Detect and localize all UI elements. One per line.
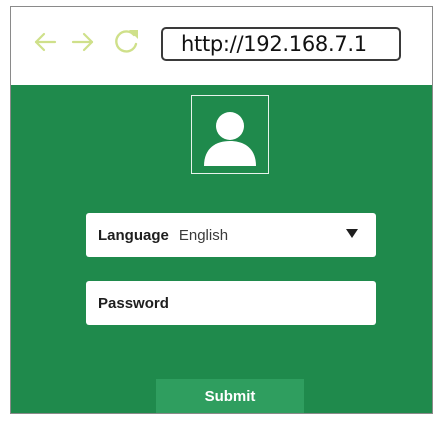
forward-arrow-icon[interactable] (71, 29, 95, 55)
browser-toolbar: http://192.168.7.1 (11, 7, 432, 85)
password-label: Password (98, 294, 169, 312)
language-label: Language (98, 226, 169, 244)
user-avatar-icon (191, 95, 269, 174)
password-field[interactable]: Password (86, 281, 376, 325)
address-bar[interactable]: http://192.168.7.1 (161, 27, 401, 61)
dropdown-caret-icon[interactable] (346, 229, 358, 238)
language-value: English (178, 226, 229, 244)
browser-window: http://192.168.7.1 Language English Pass… (10, 6, 433, 414)
reload-icon[interactable] (111, 26, 141, 58)
submit-button[interactable]: Submit (156, 379, 304, 413)
language-select[interactable]: Language English (86, 213, 376, 257)
back-arrow-icon[interactable] (33, 29, 57, 55)
login-page: Language English Password Submit (11, 85, 432, 413)
url-text: http://192.168.7.1 (181, 32, 367, 56)
